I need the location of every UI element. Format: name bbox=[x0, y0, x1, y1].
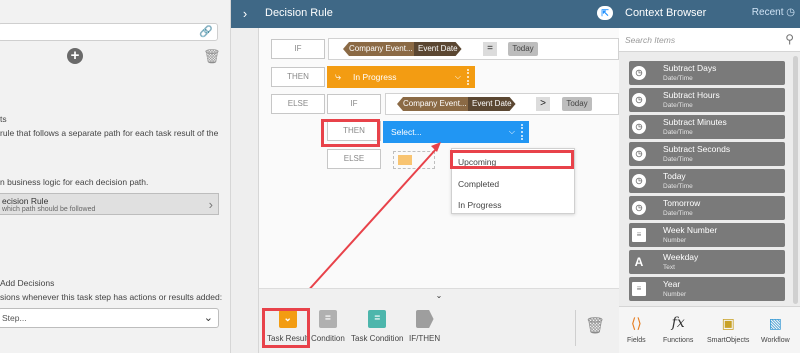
workflow-icon: ▧ bbox=[768, 315, 782, 331]
left-panel: 🔗 + 🗑 ts rule that follows a separate pa… bbox=[0, 0, 231, 353]
clock-icon: ◷ bbox=[786, 7, 795, 18]
task-result-highlight bbox=[262, 308, 310, 348]
item-type: Number bbox=[663, 237, 687, 244]
chevron-down-icon: ⌄ bbox=[203, 312, 213, 324]
item-name: Subtract Days bbox=[663, 63, 717, 73]
tab-workflow-label: Workflow bbox=[761, 337, 790, 344]
tool-task-condition[interactable]: = Task Condition bbox=[351, 310, 403, 343]
decision-rule-option[interactable]: ecision Rule which path should be follow… bbox=[0, 193, 219, 215]
tab-functions-label: Functions bbox=[663, 337, 694, 344]
trash-icon[interactable]: 🗑 bbox=[203, 48, 221, 65]
tab-fields-label: Fields bbox=[627, 337, 646, 344]
context-item[interactable]: ◷ Subtract Days Date/Time bbox=[629, 61, 785, 85]
context-item[interactable]: ◷ Subtract Seconds Date/Time bbox=[629, 142, 785, 166]
item-name: Week Number bbox=[663, 225, 718, 235]
clock-icon: ◷ bbox=[632, 174, 646, 188]
search-icon[interactable]: ⚲ bbox=[785, 32, 794, 46]
context-item[interactable]: ≡ Week Number Number bbox=[629, 223, 785, 247]
item-name: Subtract Seconds bbox=[663, 144, 731, 154]
item-type: Date/Time bbox=[663, 102, 693, 109]
context-item-list: ◷ Subtract Days Date/Time ◷ Subtract Hours D… bbox=[619, 52, 800, 306]
item-name: Weekday bbox=[663, 252, 699, 262]
condition-icon: = bbox=[318, 310, 337, 328]
context-item[interactable]: ◷ Subtract Minutes Date/Time bbox=[629, 115, 785, 139]
tab-fields[interactable]: ⟨⟩ Fields bbox=[627, 313, 646, 344]
clock-icon: ◷ bbox=[632, 120, 646, 134]
search-box[interactable]: Search Items ⚲ bbox=[619, 28, 800, 52]
tool-task-condition-label: Task Condition bbox=[351, 334, 404, 343]
panel-title: Decision Rule bbox=[265, 7, 333, 19]
tab-smartobjects-label: SmartObjects bbox=[707, 337, 750, 344]
item-type: Date/Time bbox=[663, 210, 693, 217]
text-icon: A bbox=[634, 255, 644, 269]
item-name: Tomorrow bbox=[663, 198, 701, 208]
clock-icon: ◷ bbox=[632, 66, 646, 80]
scrollbar[interactable] bbox=[793, 56, 798, 304]
context-browser-tabs: ⟨⟩ Fields fx Functions ▣ SmartObjects ▧ Work… bbox=[619, 306, 800, 353]
decision-rule-option-title: ecision Rule bbox=[2, 196, 49, 206]
decision-rule-panel: Decision Rule ⇱ IF Company Event... Even… bbox=[259, 0, 619, 353]
recent-button[interactable]: Recent ◷ bbox=[752, 7, 795, 18]
add-icon[interactable]: + bbox=[67, 48, 83, 64]
trash-icon[interactable]: 🗑 bbox=[585, 316, 605, 336]
item-type: Number bbox=[663, 291, 687, 298]
item-type: Text bbox=[663, 264, 675, 271]
item-type: Date/Time bbox=[663, 156, 693, 163]
tool-condition[interactable]: = Condition bbox=[311, 310, 345, 343]
context-browser-header: Context Browser Recent ◷ bbox=[619, 0, 800, 28]
functions-icon: fx bbox=[671, 315, 685, 331]
cloud-icon[interactable]: ⇱ bbox=[597, 6, 613, 20]
list-icon: ≡ bbox=[632, 282, 646, 296]
name-input[interactable]: 🔗 bbox=[0, 23, 218, 41]
list-icon: ≡ bbox=[632, 228, 646, 242]
tab-smartobjects[interactable]: ▣ SmartObjects bbox=[707, 313, 749, 344]
if-then-icon bbox=[415, 310, 434, 328]
collapse-toolbox-button[interactable]: ⌄ bbox=[259, 288, 619, 302]
item-name: Year bbox=[663, 279, 681, 289]
collapse-strip: › bbox=[231, 0, 259, 353]
toolbox: ⌄ Task Result = Condition = Task Conditi… bbox=[259, 302, 619, 353]
actions-text: sions whenever this task step has action… bbox=[0, 292, 223, 302]
step-select-value: Step... bbox=[2, 313, 27, 323]
item-name: Subtract Minutes bbox=[663, 117, 727, 127]
tool-condition-label: Condition bbox=[311, 334, 345, 343]
decision-rule-header: Decision Rule ⇱ bbox=[259, 0, 619, 28]
expand-button[interactable]: › bbox=[231, 0, 259, 28]
tab-functions[interactable]: fx Functions bbox=[663, 313, 693, 344]
tool-if-then[interactable]: IF/THEN bbox=[409, 310, 440, 343]
add-decisions-label: Add Decisions bbox=[0, 278, 55, 288]
decision-rule-option-sub: which path should be followed bbox=[2, 206, 96, 213]
annotation-arrow bbox=[286, 142, 441, 315]
clock-icon: ◷ bbox=[632, 201, 646, 215]
context-item[interactable]: ◷ Today Date/Time bbox=[629, 169, 785, 193]
task-condition-icon: = bbox=[368, 310, 387, 328]
tool-if-then-label: IF/THEN bbox=[409, 334, 441, 343]
link-icon: 🔗 bbox=[199, 26, 213, 38]
context-item[interactable]: ≡ Year Number bbox=[629, 277, 785, 301]
left-line-logic: n business logic for each decision path. bbox=[0, 177, 149, 187]
context-browser-title: Context Browser bbox=[625, 7, 707, 19]
left-line-ts: ts bbox=[0, 114, 7, 124]
clock-icon: ◷ bbox=[632, 93, 646, 107]
context-item[interactable]: ◷ Subtract Hours Date/Time bbox=[629, 88, 785, 112]
clock-icon: ◷ bbox=[632, 147, 646, 161]
item-type: Date/Time bbox=[663, 183, 693, 190]
item-name: Subtract Hours bbox=[663, 90, 720, 100]
step-select[interactable]: Step... ⌄ bbox=[0, 308, 219, 328]
context-item[interactable]: ◷ Tomorrow Date/Time bbox=[629, 196, 785, 220]
item-type: Date/Time bbox=[663, 75, 693, 82]
chevron-right-icon: › bbox=[208, 197, 213, 212]
recent-label: Recent bbox=[751, 7, 784, 18]
search-placeholder: Search Items bbox=[625, 35, 676, 45]
item-type: Date/Time bbox=[663, 129, 693, 136]
rule-canvas: IF Company Event... Event Date = Today T… bbox=[259, 28, 619, 315]
context-item[interactable]: A Weekday Text bbox=[629, 250, 785, 274]
toolbox-divider bbox=[575, 310, 576, 346]
left-line-rule: rule that follows a separate path for ea… bbox=[0, 128, 219, 138]
tab-workflow[interactable]: ▧ Workflow bbox=[761, 313, 790, 344]
context-browser: Context Browser Recent ◷ Search Items ⚲ … bbox=[619, 0, 800, 353]
fields-icon: ⟨⟩ bbox=[630, 315, 642, 331]
cube-icon: ▣ bbox=[721, 315, 735, 331]
item-name: Today bbox=[663, 171, 686, 181]
